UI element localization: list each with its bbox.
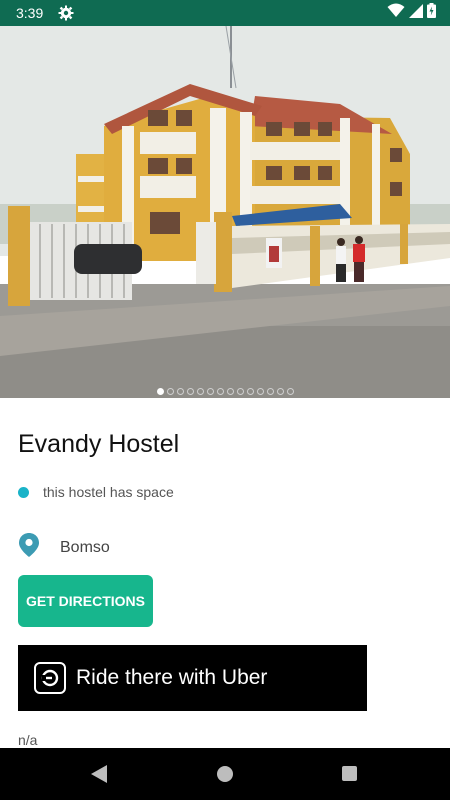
gallery-dot[interactable] [216, 388, 224, 395]
home-icon[interactable] [217, 766, 233, 782]
hostel-name: Evandy Hostel [18, 430, 180, 458]
ride-with-uber-button[interactable]: Ride there with Uber [18, 645, 367, 711]
gallery-dot[interactable] [256, 388, 264, 395]
gallery-dot[interactable] [206, 388, 214, 395]
gallery-dot[interactable] [186, 388, 194, 395]
gallery-dot[interactable] [246, 388, 254, 395]
gallery-dot[interactable] [286, 388, 294, 395]
gallery-dot[interactable] [236, 388, 244, 395]
gallery-dot[interactable] [156, 388, 164, 395]
gallery-dot[interactable] [276, 388, 284, 395]
battery-icon [427, 3, 436, 23]
wifi-icon [387, 3, 405, 23]
status-time: 3:39 [16, 5, 44, 21]
gallery-page-indicator[interactable] [0, 388, 450, 395]
system-nav-bar [0, 748, 450, 800]
uber-button-label: Ride there with Uber [76, 666, 268, 689]
hostel-photo [0, 26, 450, 398]
extra-info-text: n/a [18, 732, 38, 748]
signal-icon [409, 3, 423, 23]
gear-icon [58, 5, 74, 21]
availability-row: this hostel has space [18, 484, 174, 500]
back-icon[interactable] [90, 764, 108, 789]
gallery-dot[interactable] [166, 388, 174, 395]
gallery-dot[interactable] [196, 388, 204, 395]
gallery-dot[interactable] [226, 388, 234, 395]
get-directions-button[interactable]: GET DIRECTIONS [18, 575, 153, 627]
map-pin-icon [18, 532, 40, 563]
recents-icon[interactable] [342, 766, 357, 781]
uber-logo-icon [34, 662, 66, 694]
gallery-dot[interactable] [266, 388, 274, 395]
gallery-dot[interactable] [176, 388, 184, 395]
location-row: Bomso [18, 532, 110, 563]
availability-dot-icon [18, 486, 29, 498]
hostel-photo-gallery[interactable] [0, 26, 450, 398]
location-text: Bomso [60, 538, 110, 556]
availability-text: this hostel has space [43, 484, 174, 500]
status-bar: 3:39 [0, 0, 450, 26]
